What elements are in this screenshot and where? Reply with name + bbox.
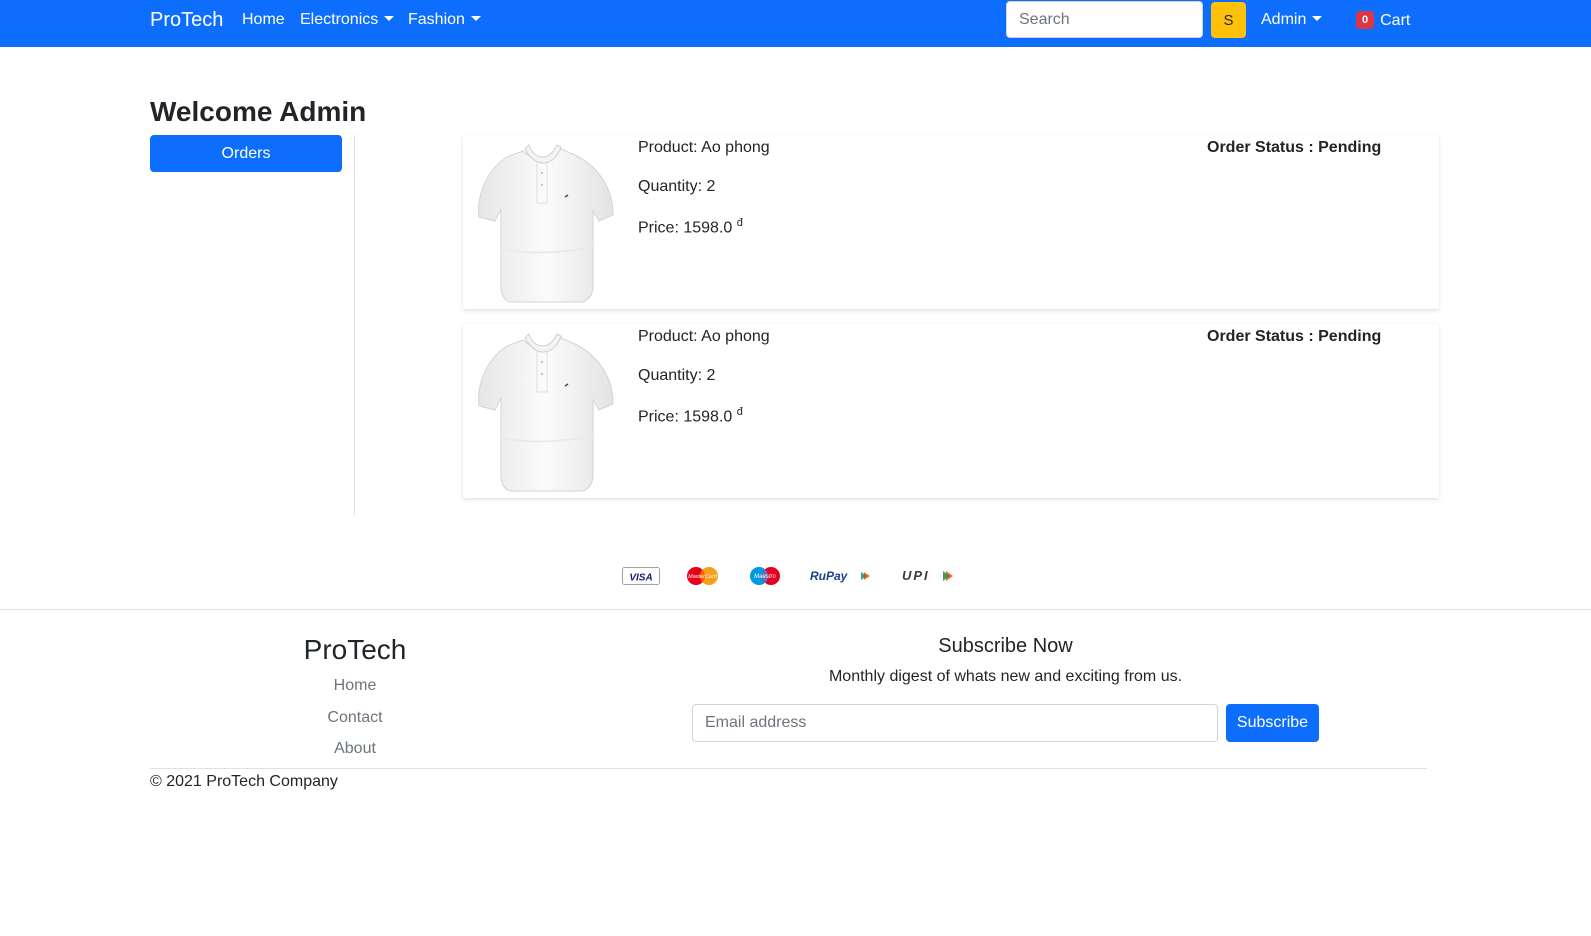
cart-link[interactable]: 0 Cart <box>1356 11 1410 30</box>
chevron-down-icon <box>470 16 481 21</box>
mastercard-logo: MasterCard <box>687 567 718 585</box>
footer-divider <box>0 609 1591 610</box>
footer-link-home[interactable]: Home <box>150 677 560 695</box>
order-price: Price: 1598.0 đ <box>638 217 743 237</box>
upi-logo: UPI <box>902 568 953 583</box>
order-price-value: Price: 1598.0 <box>638 408 733 426</box>
svg-text:Maestro: Maestro <box>754 574 776 580</box>
subscribe-title: Subscribe Now <box>938 635 1073 657</box>
order-price: Price: 1598.0 đ <box>638 406 743 426</box>
product-image <box>478 333 614 492</box>
nav-fashion-dropdown[interactable]: Fashion <box>408 11 481 29</box>
order-product: Product: Ao phong <box>638 139 770 156</box>
subscribe-button[interactable]: Subscribe <box>1226 704 1319 742</box>
currency-symbol: đ <box>736 217 743 229</box>
brand-logo[interactable]: ProTech <box>150 9 223 32</box>
copyright: © 2021 ProTech Company <box>150 773 338 790</box>
nav-fashion-label: Fashion <box>408 11 465 28</box>
order-card: Product: Ao phong Quantity: 2 Price: 159… <box>463 135 1439 309</box>
nav-electronics-label: Electronics <box>300 11 379 28</box>
product-image <box>478 144 614 303</box>
nav-home[interactable]: Home <box>242 11 285 29</box>
search-button[interactable]: S <box>1211 2 1246 38</box>
visa-logo: VISA <box>622 567 660 585</box>
order-quantity: Quantity: 2 <box>638 367 716 384</box>
order-quantity: Quantity: 2 <box>638 178 716 195</box>
order-status: Order Status : Pending <box>1207 139 1382 156</box>
email-field[interactable] <box>692 704 1218 742</box>
rupay-logo: RuPay <box>810 569 870 583</box>
footer-link-about[interactable]: About <box>150 740 560 758</box>
chevron-down-icon <box>384 16 395 21</box>
account-label: Admin <box>1261 11 1307 28</box>
order-card: Product: Ao phong Quantity: 2 Price: 159… <box>463 324 1439 498</box>
account-dropdown[interactable]: Admin <box>1261 11 1323 29</box>
subscribe-description: Monthly digest of whats new and exciting… <box>828 668 1183 685</box>
copyright-divider <box>150 768 1427 769</box>
footer-link-contact[interactable]: Contact <box>150 709 560 727</box>
nav-electronics-dropdown[interactable]: Electronics <box>300 11 395 29</box>
currency-symbol: đ <box>736 406 743 418</box>
cart-label: Cart <box>1380 12 1411 29</box>
order-status: Order Status : Pending <box>1207 328 1382 345</box>
chevron-down-icon <box>1312 16 1323 21</box>
footer-brand: ProTech <box>303 634 407 665</box>
sidebar-divider <box>354 135 355 515</box>
svg-text:VISA: VISA <box>629 573 652 584</box>
svg-text:UPI: UPI <box>902 568 930 583</box>
order-product: Product: Ao phong <box>638 328 770 345</box>
svg-text:MasterCard: MasterCard <box>688 574 718 580</box>
search-input[interactable] <box>1006 1 1203 38</box>
svg-text:RuPay: RuPay <box>810 569 849 583</box>
navbar: ProTech Home Electronics Fashion S Admin… <box>0 0 1591 47</box>
page-title: Welcome Admin <box>150 96 367 127</box>
orders-button[interactable]: Orders <box>150 135 342 172</box>
order-price-value: Price: 1598.0 <box>638 219 733 237</box>
cart-count-badge: 0 <box>1356 11 1375 29</box>
maestro-logo: Maestro <box>750 567 780 585</box>
